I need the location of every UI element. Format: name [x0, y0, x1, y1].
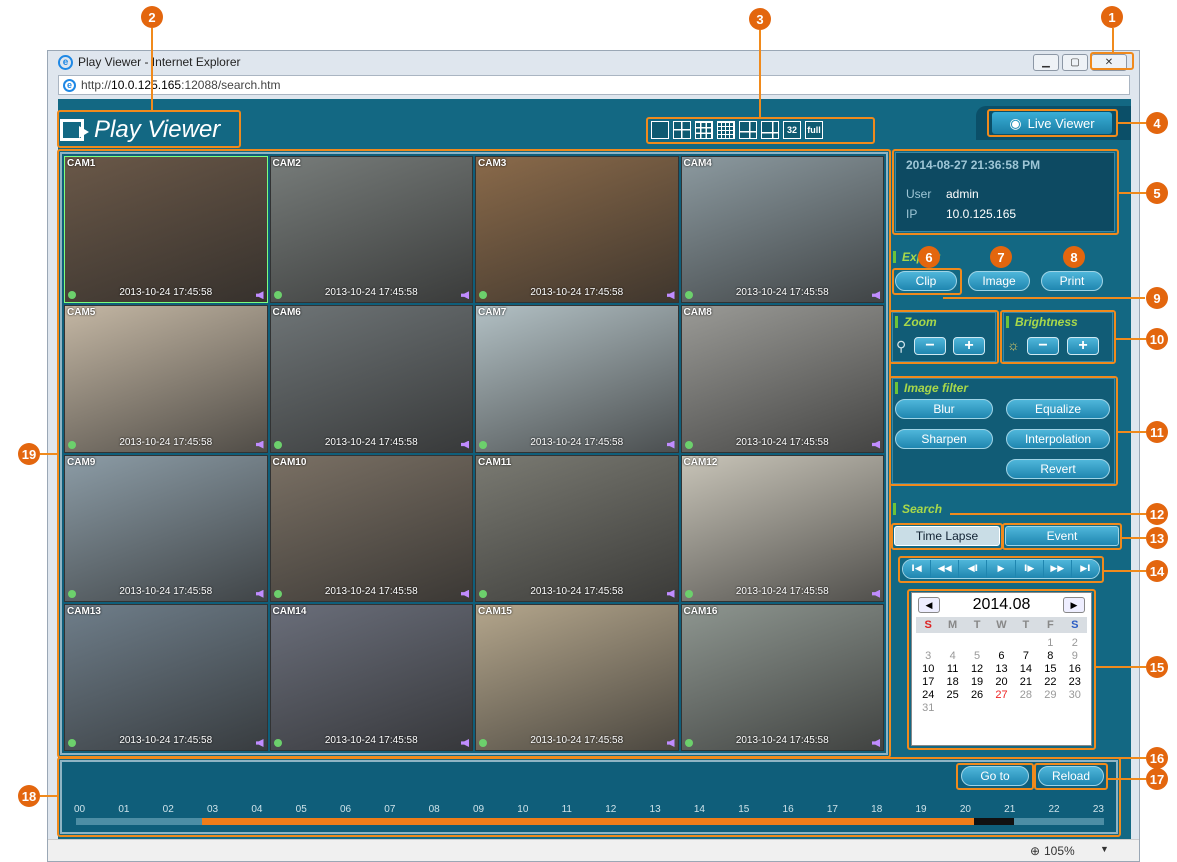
highlight-timeline: [57, 757, 1121, 837]
callout-2: 2: [141, 6, 163, 28]
callout-3: 3: [749, 8, 771, 30]
highlight-playback: [898, 556, 1104, 583]
callout-16: 16: [1146, 747, 1168, 769]
leader-18: [40, 795, 57, 797]
highlight-brightness: [1000, 310, 1116, 364]
callout-11: 11: [1146, 421, 1168, 443]
leader-11: [1118, 431, 1146, 433]
leader-4: [1118, 122, 1146, 124]
leader-17: [1108, 778, 1146, 780]
highlight-layouts: [646, 117, 875, 144]
leader-13: [1122, 537, 1146, 539]
highlight-live-viewer: [987, 109, 1118, 137]
leader-10: [1116, 338, 1146, 340]
ie-icon: e: [63, 78, 76, 92]
highlight-zoom: [889, 310, 999, 364]
highlight-event: [1002, 523, 1122, 550]
callout-7: 7: [990, 246, 1012, 268]
leader-12: [950, 513, 1146, 515]
callout-8: 8: [1063, 246, 1085, 268]
highlight-info: [892, 149, 1119, 235]
leader-2: [151, 28, 153, 110]
leader-9: [943, 297, 1145, 299]
highlight-filter: [889, 376, 1118, 486]
url-host: 10.0.125.165: [111, 78, 182, 92]
callout-9: 9: [1146, 287, 1168, 309]
url-rest: :12088/search.htm: [181, 78, 281, 92]
ie-icon: e: [58, 54, 73, 70]
highlight-timelapse: [891, 523, 1003, 550]
leader-1: [1112, 28, 1114, 52]
status-bar: ⊕ 105% ▼: [48, 839, 1139, 861]
leader-5: [1119, 192, 1146, 194]
callout-4: 4: [1146, 112, 1168, 134]
zoom-level[interactable]: 105%: [1044, 844, 1075, 858]
minimize-button[interactable]: ▁: [1033, 54, 1059, 71]
callout-1: 1: [1101, 6, 1123, 28]
callout-5: 5: [1146, 182, 1168, 204]
leader-16: [990, 757, 1146, 759]
callout-12: 12: [1146, 503, 1168, 525]
highlight-clip: [892, 268, 962, 295]
callout-15: 15: [1146, 656, 1168, 678]
callout-18: 18: [18, 785, 40, 807]
zoom-level-icon[interactable]: ⊕: [1030, 844, 1040, 858]
print-button[interactable]: Print: [1041, 271, 1103, 291]
zoom-dropdown-icon[interactable]: ▼: [1100, 844, 1109, 854]
leader-14: [1104, 570, 1146, 572]
window-title: Play Viewer - Internet Explorer: [78, 55, 241, 69]
leader-3: [759, 30, 761, 117]
callout-6: 6: [918, 246, 940, 268]
callout-13: 13: [1146, 527, 1168, 549]
callout-17: 17: [1146, 768, 1168, 790]
search-section-title: Search: [893, 503, 942, 515]
callout-19: 19: [18, 443, 40, 465]
address-bar[interactable]: e http://10.0.125.165:12088/search.htm: [58, 75, 1130, 95]
leader-19: [40, 453, 57, 455]
leader-15: [1096, 666, 1146, 668]
highlight-calendar: [907, 589, 1096, 750]
highlight-logo: [57, 110, 241, 148]
maximize-button[interactable]: ▢: [1062, 54, 1088, 71]
title-bar: e Play Viewer - Internet Explorer: [48, 51, 1139, 73]
callout-10: 10: [1146, 328, 1168, 350]
highlight-grid: [57, 149, 891, 758]
highlight-close: [1090, 52, 1134, 70]
url-prefix: http://: [81, 78, 112, 92]
image-button[interactable]: Image: [968, 271, 1030, 291]
callout-14: 14: [1146, 560, 1168, 582]
